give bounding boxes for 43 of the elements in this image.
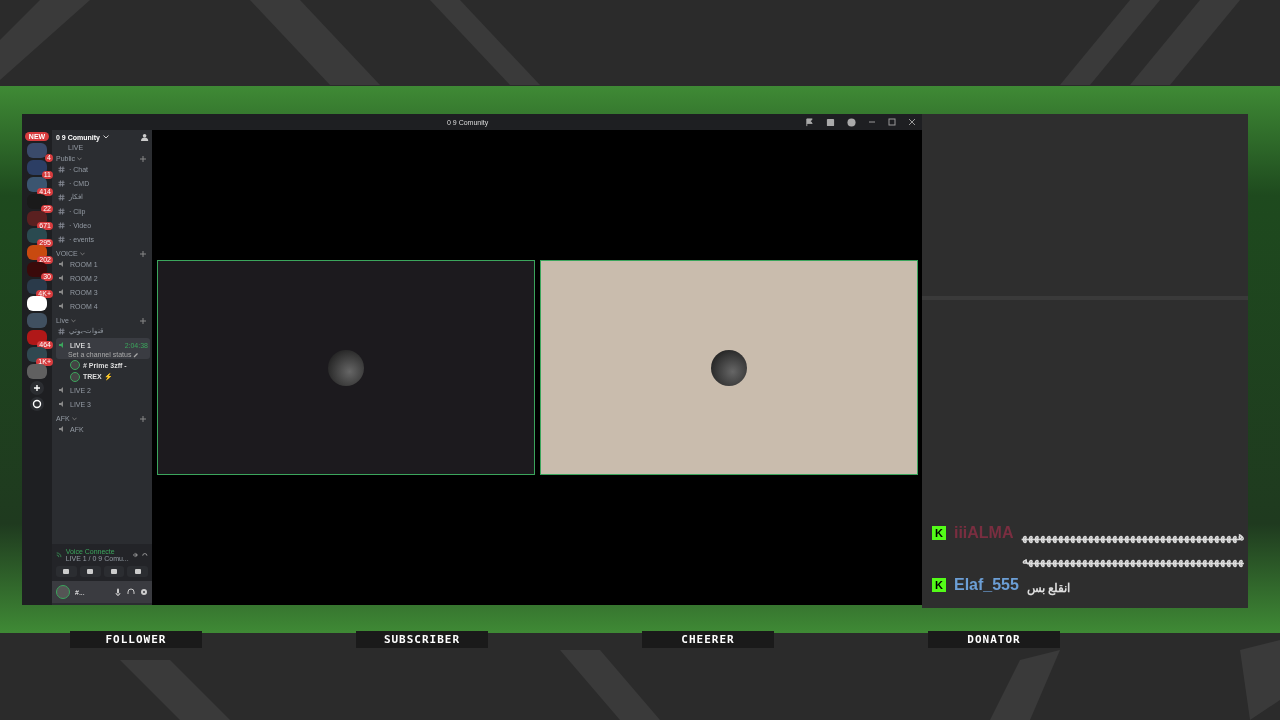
settings-icon[interactable] bbox=[140, 588, 148, 596]
plus-icon[interactable] bbox=[140, 317, 146, 324]
hashtag-icon bbox=[58, 193, 65, 201]
flag-icon[interactable] bbox=[805, 117, 814, 127]
add-server-icon[interactable] bbox=[30, 381, 44, 395]
pencil-icon[interactable] bbox=[133, 351, 140, 358]
chevron-down-icon[interactable] bbox=[102, 135, 109, 139]
user-avatar[interactable] bbox=[56, 585, 70, 599]
video-tile[interactable] bbox=[539, 260, 918, 475]
maximize-icon[interactable] bbox=[888, 118, 896, 126]
microphone-icon[interactable] bbox=[114, 588, 122, 596]
chat-username: Elaf_555 bbox=[953, 576, 1019, 594]
plus-icon[interactable] bbox=[140, 155, 146, 162]
alert-label: SUBSCRIBER bbox=[356, 631, 488, 648]
hashtag-icon bbox=[58, 165, 65, 173]
close-icon[interactable] bbox=[908, 118, 916, 126]
alert-label: DONATOR bbox=[928, 631, 1060, 648]
minimize-icon[interactable] bbox=[868, 118, 876, 126]
alert-label: CHEERER bbox=[642, 631, 774, 648]
speaker-icon bbox=[58, 425, 66, 433]
chat-username: iiiALMA bbox=[953, 524, 1014, 542]
hashtag-icon bbox=[58, 235, 65, 243]
chat-message: هههههههههههههههههههههههههههههههههههههههههههههههههههههههههههههههههههههههههه bbox=[1021, 528, 1245, 569]
disconnect-icon[interactable] bbox=[142, 551, 148, 559]
server-icon[interactable] bbox=[27, 296, 47, 311]
hashtag-icon bbox=[58, 327, 65, 335]
alert-label: FOLLOWER bbox=[70, 631, 202, 648]
platform-badge: K bbox=[932, 578, 946, 592]
speaker-icon bbox=[58, 341, 66, 349]
headphones-icon[interactable] bbox=[127, 588, 135, 596]
hashtag-icon bbox=[58, 179, 65, 187]
hashtag-icon bbox=[58, 221, 65, 229]
compass-icon[interactable] bbox=[30, 397, 44, 411]
add-member-icon[interactable] bbox=[141, 132, 150, 142]
plus-icon[interactable] bbox=[140, 250, 146, 257]
plus-icon[interactable] bbox=[140, 415, 146, 422]
participant-avatar bbox=[327, 349, 364, 386]
platform-badge: K bbox=[932, 526, 946, 540]
signal-icon bbox=[56, 551, 62, 559]
video-tile[interactable] bbox=[156, 260, 535, 475]
chat-message: انقلع بس bbox=[1026, 580, 1072, 598]
participant-avatar bbox=[710, 349, 747, 386]
hashtag-icon bbox=[58, 207, 65, 215]
